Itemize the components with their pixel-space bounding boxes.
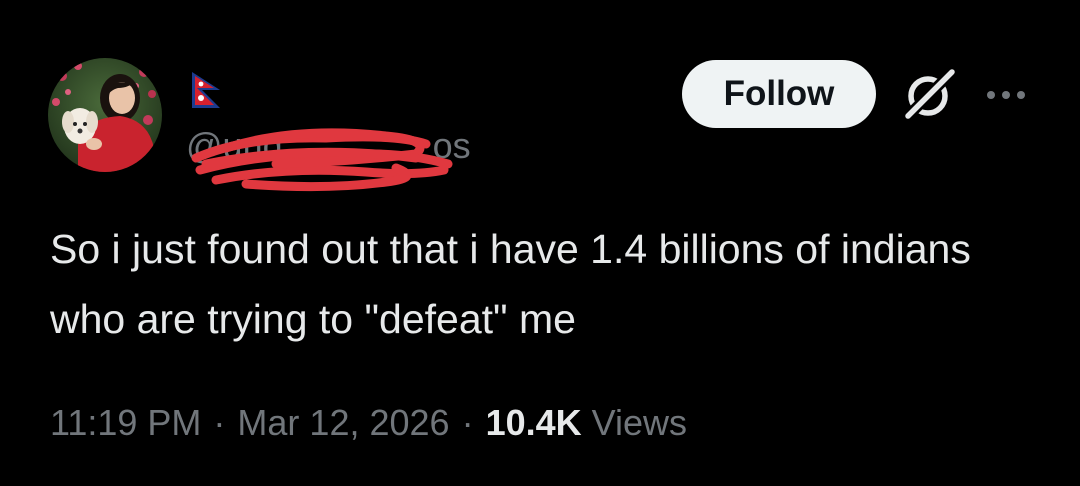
views-label: Views	[591, 402, 688, 443]
more-horizontal-icon[interactable]	[982, 80, 1030, 110]
author-handle-suffix: os	[432, 125, 471, 166]
views-count: 10.4K	[485, 402, 582, 443]
follow-button[interactable]: Follow	[682, 60, 876, 128]
tweet-text: So i just found out that i have 1.4 bill…	[50, 226, 983, 342]
author-name-row[interactable]	[188, 70, 224, 110]
meta-separator: ·	[213, 402, 226, 443]
meta-separator: ·	[461, 402, 474, 443]
author-handle-text: @und	[186, 125, 283, 166]
avatar-photo	[48, 58, 162, 172]
nepal-flag-icon	[188, 70, 224, 110]
tweet-timestamp-time[interactable]: 11:19 PM	[50, 398, 201, 448]
tweet-card: @und os Follow So i just found out that …	[0, 0, 1080, 486]
author-handle[interactable]: @und os	[186, 124, 471, 168]
tweet-timestamp-date[interactable]: Mar 12, 2026	[237, 398, 449, 448]
grok-icon[interactable]	[898, 64, 960, 126]
tweet-meta: 11:19 PM · Mar 12, 2026 · 10.4K Views	[50, 398, 687, 448]
avatar[interactable]	[48, 58, 162, 172]
